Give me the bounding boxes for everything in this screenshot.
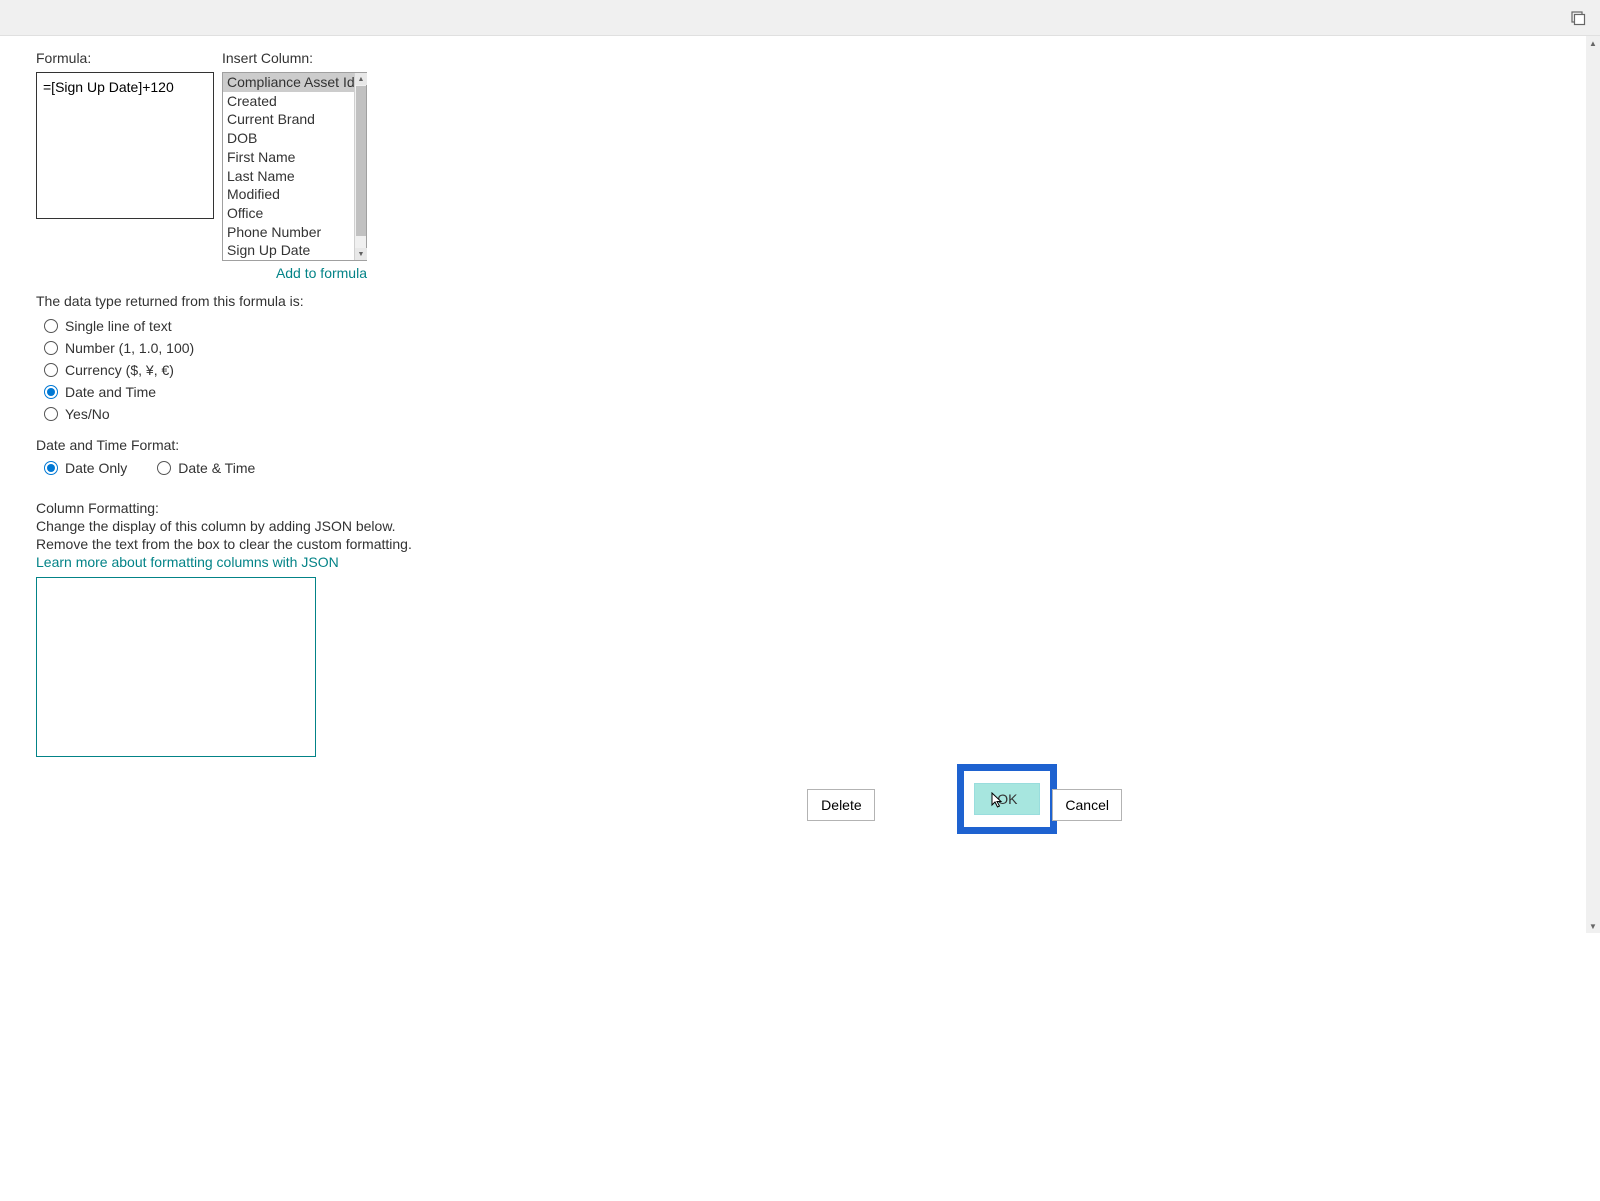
insert-column-section: Insert Column: Compliance Asset Id Creat… <box>222 50 367 281</box>
data-type-heading: The data type returned from this formula… <box>36 293 1564 309</box>
radio-label: Single line of text <box>65 318 172 334</box>
list-item[interactable]: Compliance Asset Id <box>223 73 366 92</box>
radio-label: Currency ($, ¥, €) <box>65 362 174 378</box>
scroll-down-icon[interactable]: ▼ <box>355 248 367 260</box>
radio-input[interactable] <box>44 341 58 355</box>
delete-button[interactable]: Delete <box>807 789 875 821</box>
radio-date-and-time[interactable]: Date & Time <box>157 457 255 479</box>
scrollbar-gap <box>1586 933 1600 1201</box>
json-formatting-input[interactable] <box>36 577 316 757</box>
top-bar <box>0 0 1600 36</box>
learn-more-link[interactable]: Learn more about formatting columns with… <box>36 554 339 570</box>
formula-label: Formula: <box>36 50 214 66</box>
column-formatting-heading: Column Formatting: <box>36 499 1564 517</box>
radio-date-time[interactable]: Date and Time <box>44 381 1564 403</box>
date-format-heading: Date and Time Format: <box>36 437 1564 453</box>
maximize-icon[interactable] <box>1570 10 1586 26</box>
ok-highlight: OK <box>957 764 1057 834</box>
ok-button[interactable]: OK <box>974 783 1040 815</box>
cf-description-1: Change the display of this column by add… <box>36 517 1564 535</box>
ok-button-label: OK <box>997 791 1017 807</box>
radio-input[interactable] <box>44 385 58 399</box>
cancel-button[interactable]: Cancel <box>1052 789 1122 821</box>
list-item[interactable]: DOB <box>223 129 366 148</box>
radio-input[interactable] <box>44 363 58 377</box>
column-formatting-section: Column Formatting: Change the display of… <box>36 499 1564 760</box>
add-to-formula-link[interactable]: Add to formula <box>276 265 367 281</box>
radio-currency[interactable]: Currency ($, ¥, €) <box>44 359 1564 381</box>
radio-label: Date and Time <box>65 384 156 400</box>
page-scrollbar[interactable]: ▲ ▼ <box>1586 36 1600 1201</box>
list-item[interactable]: First Name <box>223 148 366 167</box>
formula-row: Formula: Insert Column: Compliance Asset… <box>36 50 1564 281</box>
radio-date-only[interactable]: Date Only <box>44 457 127 479</box>
formula-column: Formula: <box>36 50 214 219</box>
page-scroll-down-icon[interactable]: ▼ <box>1586 919 1600 933</box>
radio-number[interactable]: Number (1, 1.0, 100) <box>44 337 1564 359</box>
radio-label: Number (1, 1.0, 100) <box>65 340 194 356</box>
list-item[interactable]: Modified <box>223 185 366 204</box>
page-scroll-up-icon[interactable]: ▲ <box>1586 36 1600 50</box>
listbox-scrollbar[interactable]: ▲ ▼ <box>354 73 366 260</box>
list-item[interactable]: Phone Number <box>223 223 366 242</box>
scroll-up-icon[interactable]: ▲ <box>355 73 367 85</box>
radio-single-line[interactable]: Single line of text <box>44 315 1564 337</box>
radio-input[interactable] <box>44 319 58 333</box>
formula-input[interactable] <box>36 72 214 219</box>
radio-input[interactable] <box>44 407 58 421</box>
radio-yes-no[interactable]: Yes/No <box>44 403 1564 425</box>
radio-input[interactable] <box>44 461 58 475</box>
form-content: Formula: Insert Column: Compliance Asset… <box>0 36 1600 774</box>
radio-label: Date & Time <box>178 460 255 476</box>
data-type-section: The data type returned from this formula… <box>36 293 1564 425</box>
list-item[interactable]: Last Name <box>223 167 366 186</box>
radio-label: Date Only <box>65 460 127 476</box>
button-bar: Delete OK Cancel <box>807 776 1122 834</box>
radio-input[interactable] <box>157 461 171 475</box>
scroll-thumb[interactable] <box>356 86 366 236</box>
list-item[interactable]: Created <box>223 92 366 111</box>
cf-description-2: Remove the text from the box to clear th… <box>36 535 1564 553</box>
radio-label: Yes/No <box>65 406 110 422</box>
column-listbox[interactable]: Compliance Asset Id Created Current Bran… <box>222 72 367 261</box>
list-item[interactable]: Sign Up Date <box>223 241 366 260</box>
list-item[interactable]: Office <box>223 204 366 223</box>
insert-column-label: Insert Column: <box>222 50 367 66</box>
date-format-section: Date and Time Format: Date Only Date & T… <box>36 437 1564 479</box>
list-item[interactable]: Current Brand <box>223 110 366 129</box>
